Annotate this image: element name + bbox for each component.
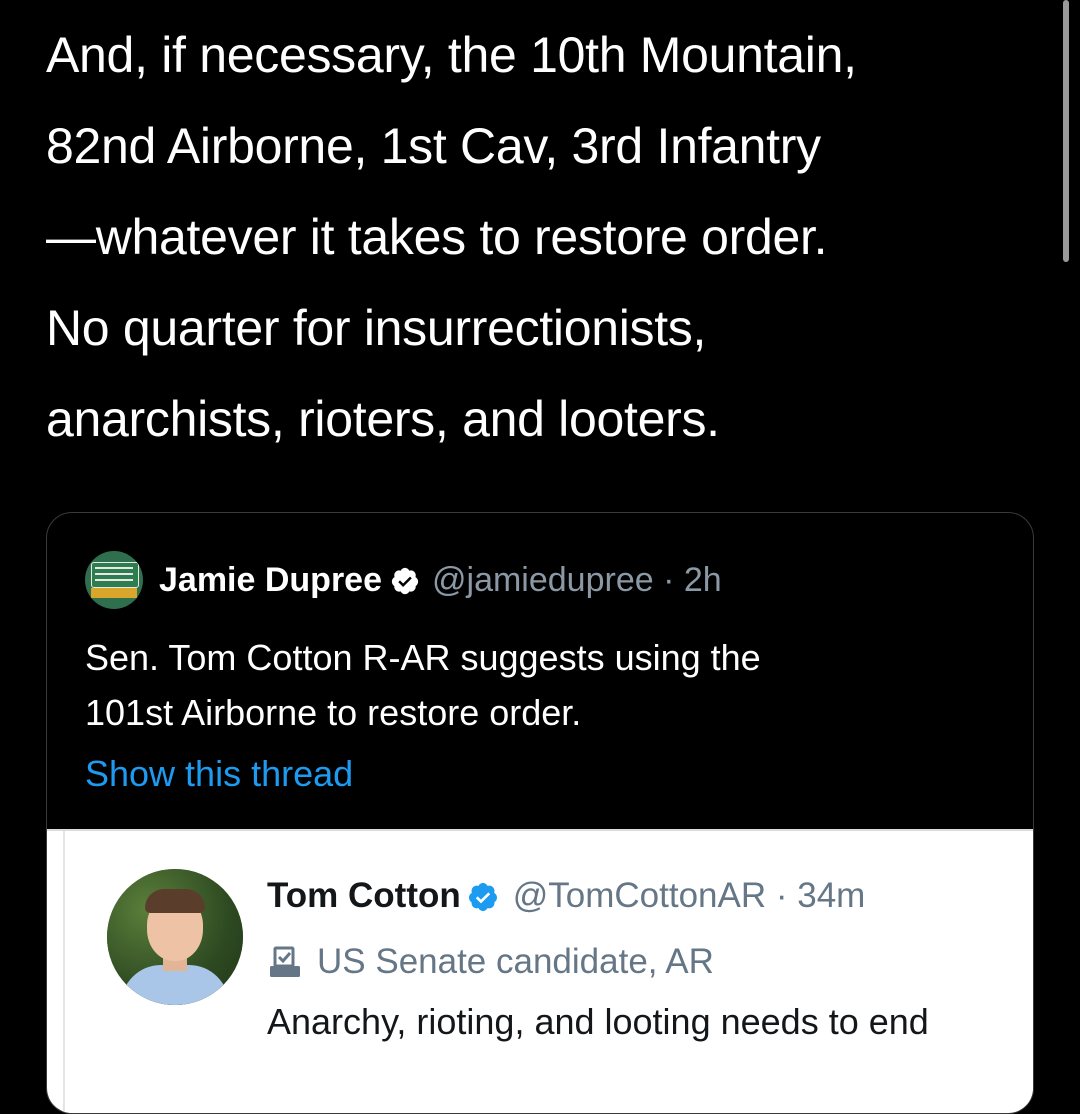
tom-cotton-avatar (107, 869, 243, 1005)
road-sign-avatar[interactable] (85, 551, 143, 609)
quoted-tweet-text: Sen. Tom Cotton R-AR suggests using the … (85, 630, 1005, 740)
quoted-tweet-header: Jamie Dupree @jamiedupree · 2h (85, 551, 722, 609)
tweet-text-line: —whatever it takes to restore order. (46, 209, 828, 265)
embedded-author-handle: @TomCottonAR · 34m (512, 876, 866, 915)
candidate-label: US Senate candidate, AR (267, 937, 714, 987)
embedded-author-name: Tom Cotton (267, 876, 461, 915)
show-thread-link[interactable]: Show this thread (85, 753, 353, 795)
embedded-tweet-header: Tom Cotton @TomCottonAR · 34m (267, 871, 865, 921)
quoted-tweet-text-line: 101st Airborne to restore order. (85, 692, 582, 733)
ballot-box-icon (267, 944, 303, 980)
embedded-tweet-text: Anarchy, rioting, and looting needs to e… (267, 1001, 929, 1042)
scrollbar[interactable] (1063, 0, 1069, 262)
tweet-text-line: No quarter for insurrectionists, (46, 300, 707, 356)
quoted-author-handle[interactable]: @jamiedupree · 2h (432, 561, 722, 600)
tweet-text-line: anarchists, rioters, and looters. (46, 391, 720, 447)
verified-badge-icon (467, 881, 499, 913)
tweet-text-line: 82nd Airborne, 1st Cav, 3rd Infantry (46, 118, 821, 174)
quoted-tweet-card[interactable]: Jamie Dupree @jamiedupree · 2h Sen. Tom … (46, 512, 1034, 1114)
quoted-tweet-text-line: Sen. Tom Cotton R-AR suggests using the (85, 637, 761, 678)
embedded-tweet: Tom Cotton @TomCottonAR · 34m US Senate … (63, 831, 1033, 1113)
tweet-text-line: And, if necessary, the 10th Mountain, (46, 27, 857, 83)
quoted-author-name[interactable]: Jamie Dupree (159, 561, 382, 600)
embedded-tweet-image[interactable]: Tom Cotton @TomCottonAR · 34m US Senate … (47, 829, 1033, 1113)
verified-badge-icon (390, 566, 420, 596)
tweet-text: And, if necessary, the 10th Mountain, 82… (46, 10, 1036, 465)
candidate-label-text: US Senate candidate, AR (317, 942, 714, 981)
